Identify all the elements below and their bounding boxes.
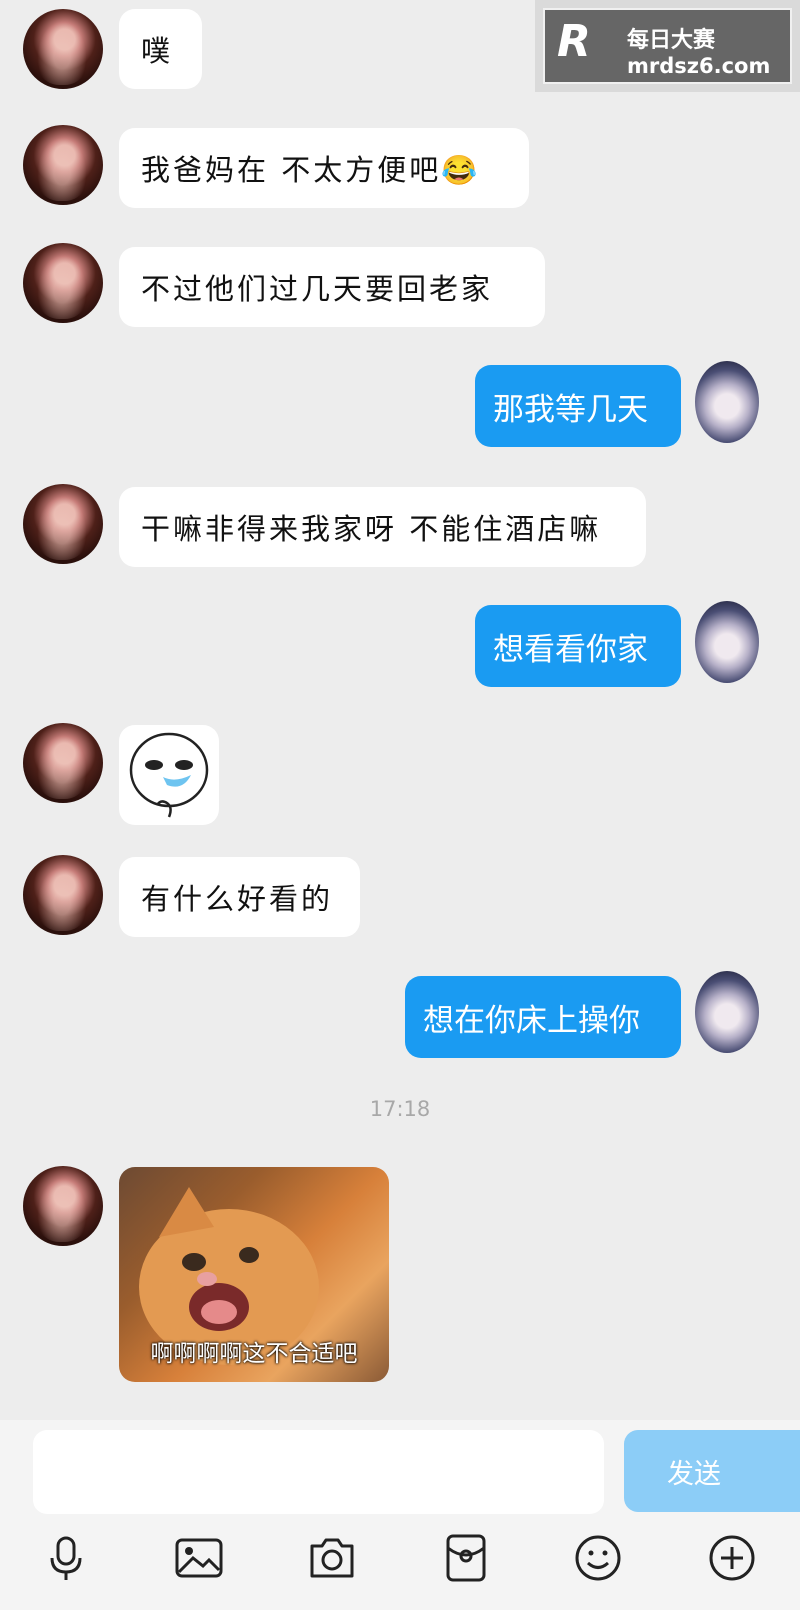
message-text: 想在你床上操你 (423, 1002, 640, 1039)
contact-avatar[interactable] (23, 125, 103, 205)
contact-avatar[interactable] (23, 723, 103, 803)
contact-avatar[interactable] (23, 243, 103, 323)
message-text: 干嘛非得来我家呀 不能住酒店嘛 (141, 512, 602, 546)
plus-icon[interactable] (706, 1532, 758, 1584)
message-input[interactable] (33, 1430, 604, 1514)
watermark-url: mrdsz6.com (627, 54, 771, 78)
message-bubble-incoming[interactable]: 噗 (119, 9, 202, 89)
contact-avatar[interactable] (23, 484, 103, 564)
message-bubble-incoming[interactable]: 我爸妈在 不太方便吧😂 (119, 128, 529, 208)
image-icon[interactable] (173, 1532, 225, 1584)
image-caption: 啊啊啊啊这不合适吧 (150, 1341, 358, 1367)
contact-avatar[interactable] (23, 1166, 103, 1246)
message-text: 不过他们过几天要回老家 (141, 272, 494, 306)
message-bubble-outgoing[interactable]: 想看看你家 (475, 605, 681, 687)
crying-face-sticker-icon (129, 732, 209, 818)
message-bubble-incoming[interactable]: 干嘛非得来我家呀 不能住酒店嘛 (119, 487, 646, 567)
message-bubble-incoming[interactable]: 有什么好看的 (119, 857, 360, 937)
contact-avatar[interactable] (23, 855, 103, 935)
contact-avatar[interactable] (23, 9, 103, 89)
watermark-r-logo: R (557, 16, 591, 67)
message-text: 我爸妈在 不太方便吧😂 (141, 153, 481, 187)
message-text: 那我等几天 (493, 391, 648, 428)
image-message[interactable]: 啊啊啊啊这不合适吧 (119, 1167, 389, 1382)
watermark-logo: R 每日大赛 mrdsz6.com (535, 0, 800, 92)
my-avatar[interactable] (695, 971, 759, 1053)
sticker-message[interactable] (119, 725, 219, 825)
microphone-icon[interactable] (40, 1532, 92, 1584)
message-bubble-outgoing[interactable]: 那我等几天 (475, 365, 681, 447)
message-text: 想看看你家 (493, 631, 648, 668)
message-timestamp: 17:18 (369, 1097, 431, 1121)
my-avatar[interactable] (695, 601, 759, 683)
message-text: 有什么好看的 (141, 882, 334, 916)
my-avatar[interactable] (695, 361, 759, 443)
composer-bar: 发送 (0, 1420, 800, 1610)
emoji-icon[interactable] (572, 1532, 624, 1584)
watermark-name: 每日大赛 (627, 28, 716, 53)
message-bubble-incoming[interactable]: 不过他们过几天要回老家 (119, 247, 545, 327)
send-button[interactable]: 发送 (624, 1430, 800, 1512)
red-packet-icon[interactable] (440, 1532, 492, 1584)
message-bubble-outgoing[interactable]: 想在你床上操你 (405, 976, 681, 1058)
camera-icon[interactable] (306, 1532, 358, 1584)
message-text: 噗 (141, 34, 174, 68)
